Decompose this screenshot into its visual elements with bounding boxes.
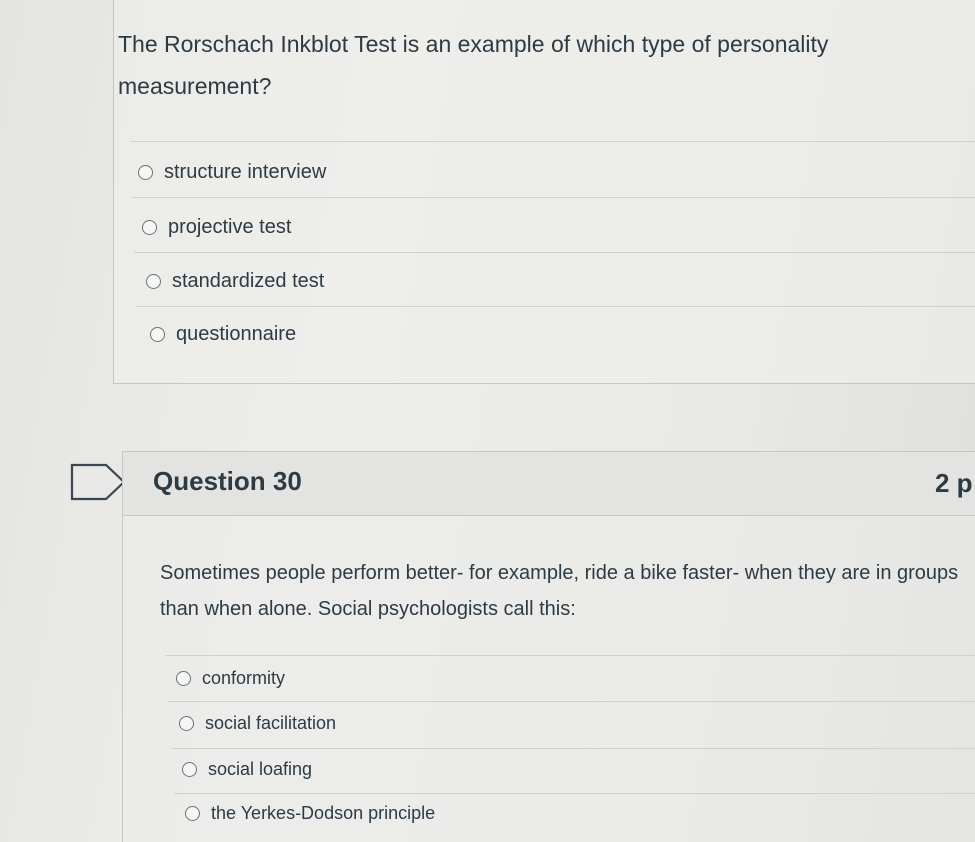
flag-question-icon[interactable] (70, 463, 130, 501)
answer-label: social facilitation (205, 713, 337, 733)
question-30-header: Question 30 2 p (122, 451, 975, 516)
answer-divider (136, 306, 975, 307)
radio-button-icon[interactable] (146, 274, 161, 289)
answer-divider (132, 197, 975, 198)
question-29-text: The Rorschach Inkblot Test is an example… (118, 31, 829, 99)
answer-option-standardized-test[interactable]: standardized test (146, 270, 324, 293)
answer-divider (165, 655, 975, 656)
answer-option-questionnaire[interactable]: questionnaire (150, 323, 296, 346)
answer-label: the Yerkes-Dodson principle (211, 803, 436, 823)
answer-divider (174, 793, 975, 794)
question-30-text: Sometimes people perform better- for exa… (160, 562, 959, 620)
radio-button-icon[interactable] (179, 716, 194, 731)
answer-label: conformity (202, 668, 286, 688)
question-title: Question 30 (153, 466, 302, 496)
question-points: 2 p (935, 468, 973, 498)
radio-button-icon[interactable] (150, 327, 165, 342)
answer-label: questionnaire (176, 323, 297, 345)
radio-button-icon[interactable] (185, 806, 200, 821)
answer-divider (134, 252, 975, 253)
answer-label: social loafing (208, 759, 313, 779)
answer-option-conformity[interactable]: conformity (176, 668, 285, 689)
answer-divider (171, 748, 975, 749)
radio-button-icon[interactable] (142, 220, 157, 235)
radio-button-icon[interactable] (176, 671, 191, 686)
answer-label: standardized test (172, 270, 325, 292)
radio-button-icon[interactable] (138, 165, 153, 180)
answer-label: projective test (168, 216, 292, 238)
answer-option-projective-test[interactable]: projective test (142, 216, 291, 239)
answer-label: structure interview (164, 161, 327, 183)
answer-option-structure-interview[interactable]: structure interview (138, 161, 326, 184)
answer-divider (168, 701, 975, 702)
radio-button-icon[interactable] (182, 762, 197, 777)
answer-divider (130, 141, 975, 142)
answer-option-yerkes-dodson[interactable]: the Yerkes-Dodson principle (185, 803, 435, 824)
answer-option-social-facilitation[interactable]: social facilitation (179, 713, 336, 734)
answer-option-social-loafing[interactable]: social loafing (182, 759, 312, 780)
